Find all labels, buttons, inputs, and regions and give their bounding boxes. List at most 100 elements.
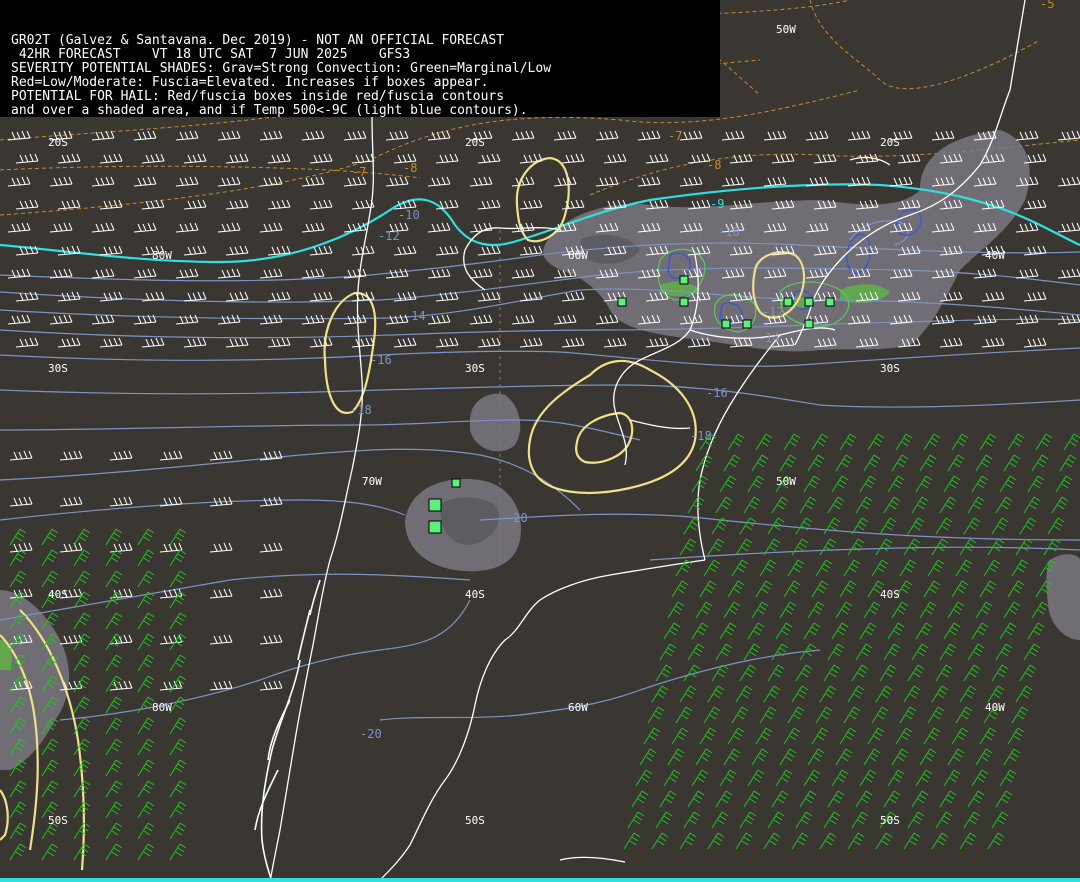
severity-shading-gray [0, 130, 1080, 770]
wind-barb [511, 268, 535, 279]
wind-barb [775, 622, 793, 640]
wind-barb [343, 314, 367, 325]
wind-barb [427, 222, 451, 233]
contour-label: -10 [398, 208, 420, 222]
wind-barb [675, 559, 693, 577]
wind-barb [9, 528, 27, 546]
lon-label: 60W [568, 701, 588, 714]
wind-barb [137, 633, 155, 651]
wind-barb [385, 176, 409, 187]
wind-barb [99, 153, 123, 164]
wind-barb [935, 664, 953, 682]
wind-barb [847, 130, 871, 141]
wind-barb [1023, 199, 1047, 210]
wind-barb [1063, 433, 1080, 451]
wind-barb [9, 549, 27, 567]
wind-barb [795, 517, 813, 535]
wind-barb [803, 769, 821, 787]
wind-barb [835, 601, 853, 619]
wind-barb [519, 245, 543, 256]
wind-barb [99, 337, 123, 348]
wind-barb [225, 153, 249, 164]
wind-barb [743, 790, 761, 808]
wind-barb [783, 580, 801, 598]
bottom-border [0, 878, 1080, 882]
wind-barb [851, 664, 869, 682]
wind-barb [679, 176, 703, 187]
wind-barb [963, 517, 981, 535]
wind-barb [811, 433, 829, 451]
wind-barb [15, 199, 39, 210]
wind-barb [919, 601, 937, 619]
wind-barb [1003, 601, 1021, 619]
hail-box [721, 319, 731, 329]
wind-barb [995, 496, 1013, 514]
wind-barb [9, 822, 27, 840]
wind-barb [907, 664, 925, 682]
wind-barb [7, 314, 31, 325]
wind-barb [1051, 496, 1069, 514]
wind-barb [727, 727, 745, 745]
wind-barb [743, 496, 761, 514]
lat-label: 30S [880, 362, 900, 375]
wind-barb [59, 542, 83, 553]
wind-barb [309, 291, 333, 302]
wind-barb [159, 450, 183, 461]
wind-barb [1019, 664, 1037, 682]
wind-barb [225, 337, 249, 348]
wind-barb [73, 738, 91, 756]
wind-barb [9, 450, 33, 461]
wind-barb [41, 738, 59, 756]
wind-barb [923, 433, 941, 451]
wind-barb [975, 454, 993, 472]
wind-barb [927, 706, 945, 724]
wind-barb [343, 130, 367, 141]
wind-barb [137, 759, 155, 777]
wind-barb [1007, 580, 1025, 598]
wind-barb [939, 337, 963, 348]
wind-barb [875, 538, 893, 556]
wind-barb [971, 622, 989, 640]
wind-barb [217, 176, 241, 187]
wind-barb [561, 291, 585, 302]
wind-barb [747, 769, 765, 787]
wind-barb [49, 176, 73, 187]
wind-barb [751, 601, 769, 619]
wind-barb [815, 559, 833, 577]
hail-box [617, 297, 627, 307]
wind-barb [763, 832, 781, 850]
wind-barb [1057, 268, 1080, 279]
wind-barb [663, 622, 681, 640]
wind-barb [259, 176, 283, 187]
wind-barb [109, 680, 133, 691]
wind-barb [169, 738, 187, 756]
wind-barb [847, 538, 865, 556]
wind-barb [955, 559, 973, 577]
wind-barb [799, 790, 817, 808]
wind-barb [915, 622, 933, 640]
header-severity-legend-2: Red=Low/Moderate: Fuscia=Elevated. Incre… [11, 75, 489, 90]
wind-barb [935, 517, 953, 535]
wind-barb [109, 450, 133, 461]
wind-barb [1031, 454, 1049, 472]
wind-barb [105, 738, 123, 756]
wind-barb [879, 664, 897, 682]
wind-barb [7, 130, 31, 141]
wind-barb [73, 528, 91, 546]
wind-barb [623, 832, 641, 850]
wind-barb [735, 538, 753, 556]
wind-barb [731, 706, 749, 724]
wind-barb [943, 769, 961, 787]
wind-barb [169, 570, 187, 588]
wind-barb [747, 475, 765, 493]
wind-barb [771, 643, 789, 661]
wind-barb [703, 559, 721, 577]
wind-barb [931, 130, 955, 141]
wind-barb [827, 496, 845, 514]
wind-barb [827, 643, 845, 661]
wind-barb [1015, 538, 1033, 556]
wind-barb [469, 314, 493, 325]
wind-barb [7, 222, 31, 233]
wind-barb [183, 199, 207, 210]
wind-barb [1007, 727, 1025, 745]
